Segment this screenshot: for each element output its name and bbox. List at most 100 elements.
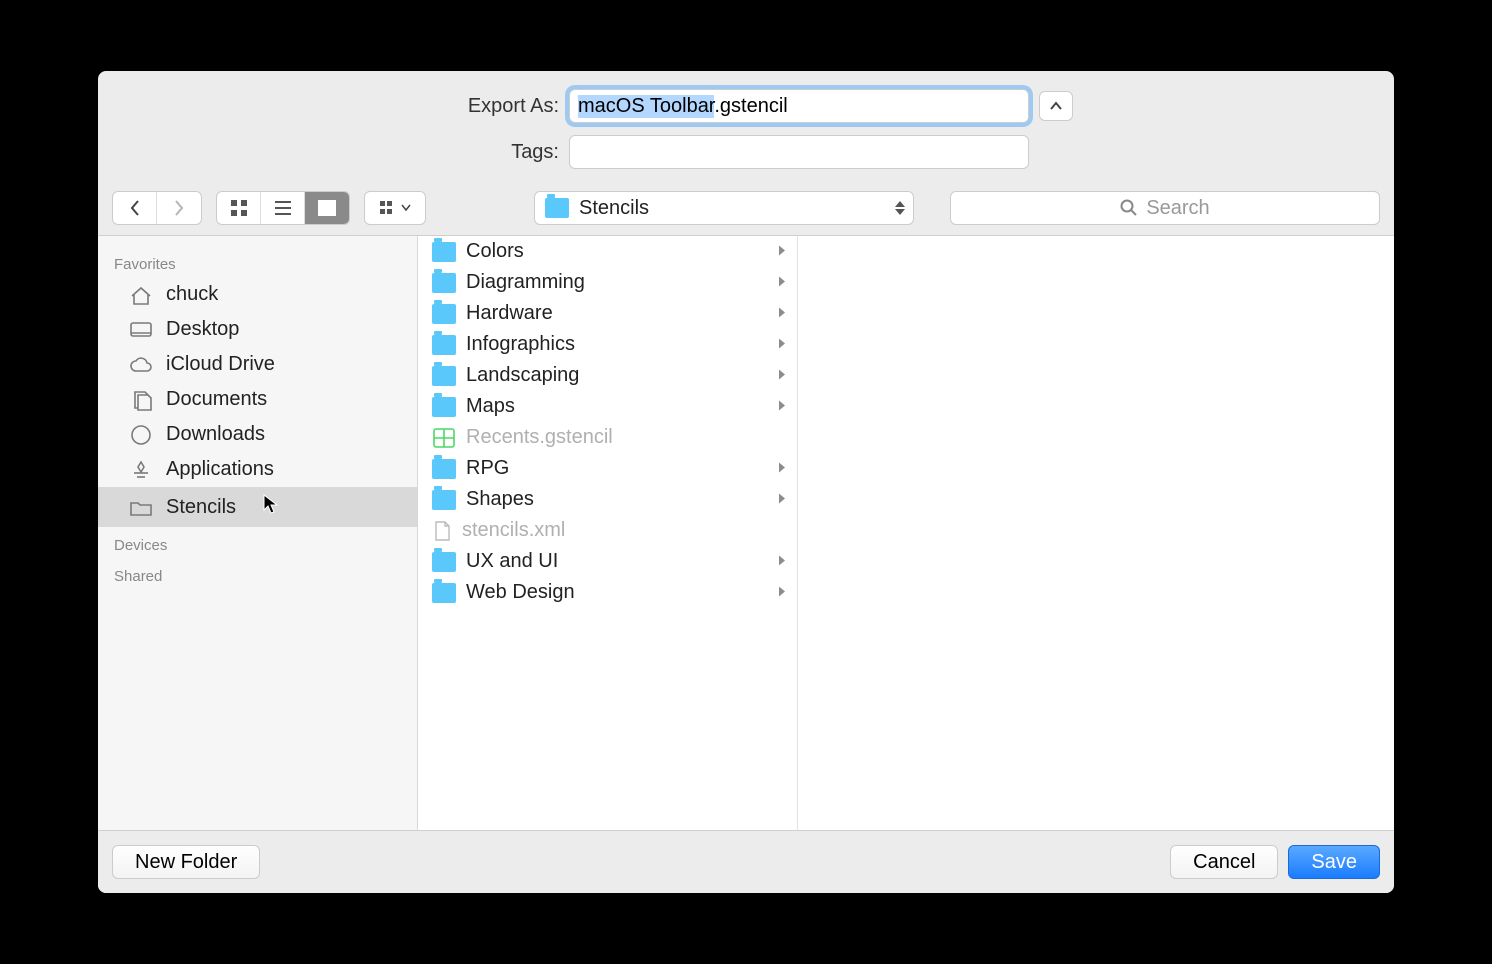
disclosure-arrow-icon <box>777 240 787 263</box>
column-item-label: Landscaping <box>466 364 579 387</box>
collapse-button[interactable] <box>1039 91 1073 121</box>
column-view-button[interactable] <box>305 192 349 224</box>
cursor-icon <box>262 493 280 521</box>
tags-input[interactable] <box>569 135 1029 169</box>
column-item[interactable]: Shapes <box>418 484 797 515</box>
column-item-label: stencils.xml <box>462 519 565 542</box>
nav-back-forward-group <box>112 191 202 225</box>
column-item[interactable]: Landscaping <box>418 360 797 391</box>
disclosure-arrow-icon <box>777 271 787 294</box>
column-item[interactable]: Recents.gstencil <box>418 422 797 453</box>
sidebar-item-label: Applications <box>166 458 274 481</box>
column-item[interactable]: stencils.xml <box>418 515 797 546</box>
sidebar-section-header: Favorites <box>98 246 417 277</box>
save-dialog: Export As: Tags: <box>98 71 1394 893</box>
column-item-label: Shapes <box>466 488 534 511</box>
path-popup[interactable]: Stencils <box>534 191 914 225</box>
disclosure-arrow-icon <box>777 457 787 480</box>
column-item[interactable]: Hardware <box>418 298 797 329</box>
sidebar-item-applications[interactable]: Applications <box>98 452 417 487</box>
column-item[interactable]: RPG <box>418 453 797 484</box>
updown-icon <box>895 201 905 215</box>
chevron-down-icon <box>401 204 411 212</box>
sidebar-section-header: Shared <box>98 558 417 589</box>
column-preview <box>798 236 1394 830</box>
sidebar-item-chuck[interactable]: chuck <box>98 277 417 312</box>
chevron-up-icon <box>1049 101 1063 111</box>
file-browser: Favorites chuck Desktop iCloud Drive Documen… <box>98 235 1394 831</box>
sidebar-item-label: Downloads <box>166 423 265 446</box>
sidebar-item-label: Documents <box>166 388 267 411</box>
folder-icon <box>432 583 456 603</box>
column-item-label: RPG <box>466 457 509 480</box>
columns-icon <box>318 199 336 217</box>
folder-icon <box>128 496 154 518</box>
path-folder-name: Stencils <box>579 197 649 220</box>
folder-icon <box>545 198 569 218</box>
column-item-label: UX and UI <box>466 550 558 573</box>
column-item-label: Infographics <box>466 333 575 356</box>
export-as-label: Export As: <box>419 95 559 118</box>
cancel-button[interactable]: Cancel <box>1170 845 1278 879</box>
column-item-label: Maps <box>466 395 515 418</box>
sidebar-item-downloads[interactable]: Downloads <box>98 417 417 452</box>
grid-icon <box>230 199 248 217</box>
folder-icon <box>432 242 456 262</box>
column-item[interactable]: Infographics <box>418 329 797 360</box>
new-folder-button[interactable]: New Folder <box>112 845 260 879</box>
list-icon <box>274 199 292 217</box>
stencil-icon <box>432 427 456 449</box>
disclosure-arrow-icon <box>777 488 787 511</box>
sidebar-section-header: Devices <box>98 527 417 558</box>
column-item[interactable]: UX and UI <box>418 546 797 577</box>
column-item-label: Web Design <box>466 581 575 604</box>
file-icon <box>432 520 452 542</box>
forward-button[interactable] <box>157 192 201 224</box>
folder-icon <box>432 335 456 355</box>
disclosure-arrow-icon <box>777 550 787 573</box>
back-button[interactable] <box>113 192 157 224</box>
footer: New Folder Cancel Save <box>98 831 1394 893</box>
sidebar-item-icloud-drive[interactable]: iCloud Drive <box>98 347 417 382</box>
home-icon <box>128 284 154 306</box>
tags-label: Tags: <box>419 141 559 164</box>
column-item[interactable]: Diagramming <box>418 267 797 298</box>
sidebar-item-documents[interactable]: Documents <box>98 382 417 417</box>
folder-icon <box>432 552 456 572</box>
sidebar-item-desktop[interactable]: Desktop <box>98 312 417 347</box>
list-view-button[interactable] <box>261 192 305 224</box>
downloads-icon <box>128 424 154 446</box>
column-item-label: Recents.gstencil <box>466 426 613 449</box>
disclosure-arrow-icon <box>777 333 787 356</box>
column-item[interactable]: Colors <box>418 236 797 267</box>
column-item[interactable]: Maps <box>418 391 797 422</box>
sidebar-item-stencils[interactable]: Stencils <box>98 487 417 527</box>
documents-icon <box>128 389 154 411</box>
group-icon <box>380 200 398 216</box>
search-icon <box>1120 199 1138 217</box>
sidebar-item-label: iCloud Drive <box>166 353 275 376</box>
cloud-icon <box>128 354 154 376</box>
column-item-label: Hardware <box>466 302 553 325</box>
sidebar: Favorites chuck Desktop iCloud Drive Documen… <box>98 236 418 830</box>
column-item-label: Diagramming <box>466 271 585 294</box>
folder-icon <box>432 397 456 417</box>
column-item[interactable]: Web Design <box>418 577 797 608</box>
folder-icon <box>432 273 456 293</box>
disclosure-arrow-icon <box>777 581 787 604</box>
sidebar-item-label: Desktop <box>166 318 239 341</box>
disclosure-arrow-icon <box>777 364 787 387</box>
toolbar: Stencils Search <box>98 181 1394 235</box>
icon-view-button[interactable] <box>217 192 261 224</box>
grouping-button[interactable] <box>364 191 426 225</box>
filename-input[interactable] <box>569 89 1029 123</box>
sidebar-item-label: chuck <box>166 283 218 306</box>
view-mode-group <box>216 191 350 225</box>
disclosure-arrow-icon <box>777 395 787 418</box>
folder-icon <box>432 490 456 510</box>
search-field[interactable]: Search <box>950 191 1380 225</box>
apps-icon <box>128 459 154 481</box>
save-button[interactable]: Save <box>1288 845 1380 879</box>
folder-icon <box>432 459 456 479</box>
chevron-right-icon <box>173 199 185 217</box>
